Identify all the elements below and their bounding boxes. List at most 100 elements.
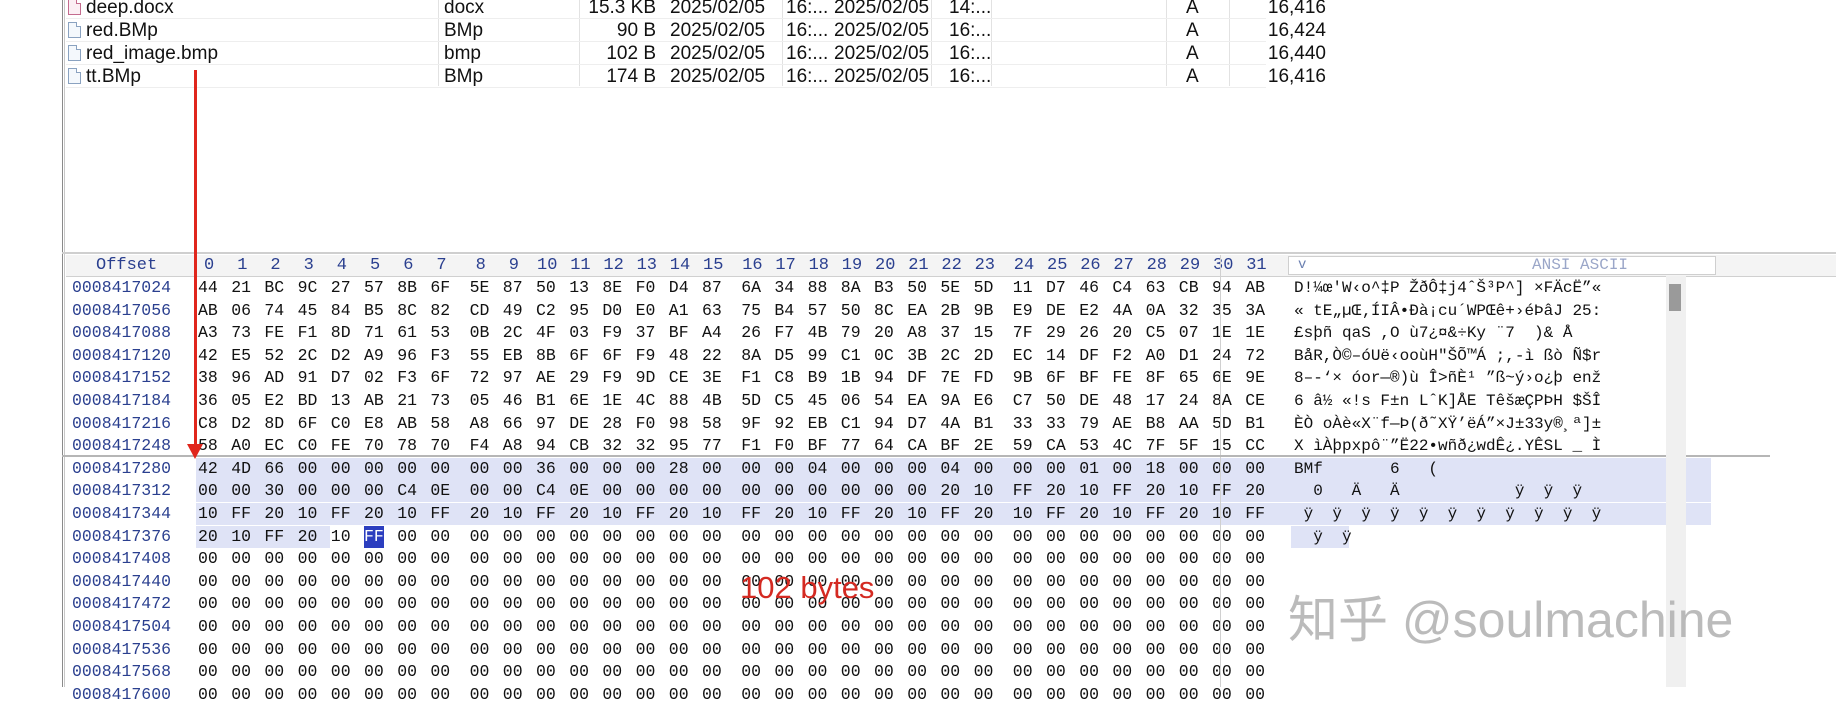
hex-byte[interactable]: 78 — [397, 435, 417, 457]
hex-byte[interactable]: 52 — [264, 345, 284, 367]
hex-byte[interactable]: F9 — [636, 345, 656, 367]
hex-byte[interactable]: 00 — [874, 548, 894, 570]
hex-byte[interactable]: 00 — [808, 661, 828, 683]
hex-byte[interactable]: A1 — [669, 300, 689, 322]
hex-byte[interactable]: 00 — [1079, 616, 1099, 638]
hex-byte[interactable]: 00 — [669, 571, 689, 593]
hex-byte[interactable]: 4D — [231, 458, 251, 480]
hex-byte[interactable]: EC — [1013, 345, 1033, 367]
hex-byte[interactable]: 65 — [1179, 367, 1199, 389]
hex-byte[interactable]: 00 — [470, 684, 490, 706]
hex-byte[interactable]: 00 — [231, 616, 251, 638]
hex-byte[interactable]: 00 — [331, 458, 351, 480]
hex-byte[interactable]: 9A — [940, 390, 960, 412]
hex-byte[interactable]: C2 — [536, 300, 556, 322]
hex-byte[interactable]: 00 — [1046, 593, 1066, 615]
hex-row[interactable]: 0008417088 A3 73 FE F1 8D 71 61 53 0B 2C 4F 03 F9 37 BF… — [66, 322, 1836, 344]
row-text[interactable]: D!¼œ'W‹o^‡P ŽðÔ‡j4ˆŠ³P^] ×FÄcË”« — [1294, 277, 1601, 299]
hex-byte[interactable]: 00 — [1079, 639, 1099, 661]
hex-byte[interactable]: 1E — [1245, 322, 1265, 344]
hex-byte[interactable]: 00 — [974, 639, 994, 661]
row-text[interactable]: X ìÀþpxpô¨”Ë22•wñð¿wdÊ¿.YÊSL _ Ì — [1294, 435, 1601, 457]
hex-byte[interactable]: 00 — [503, 639, 523, 661]
hex-byte[interactable]: FF — [264, 526, 284, 548]
hex-byte[interactable]: E6 — [974, 390, 994, 412]
hex-row[interactable]: 0008417568 00 00 00 00 00 00 00 00 00 00 00 00 00 00 00… — [66, 661, 1836, 683]
hex-byte[interactable]: 00 — [841, 548, 861, 570]
hex-byte[interactable]: 10 — [602, 503, 622, 525]
hex-byte[interactable]: 44 — [198, 277, 218, 299]
hex-byte[interactable]: 97 — [503, 367, 523, 389]
hex-byte[interactable]: 00 — [569, 661, 589, 683]
hex-byte[interactable]: FF — [1146, 503, 1166, 525]
hex-byte[interactable]: 00 — [602, 548, 622, 570]
hex-byte[interactable]: 00 — [1179, 616, 1199, 638]
hex-byte[interactable]: 77 — [841, 435, 861, 457]
row-text[interactable]: £sþñ qaS ,O ù7¿¤&÷Ky ¨7 )& Å — [1294, 322, 1572, 344]
hex-byte[interactable]: 00 — [602, 616, 622, 638]
row-text[interactable]: ÿ ÿ ÿ ÿ ÿ ÿ ÿ ÿ ÿ ÿ ÿ — [1294, 503, 1602, 525]
hex-byte[interactable]: 10 — [1212, 503, 1232, 525]
hex-byte[interactable]: C0 — [298, 435, 318, 457]
hex-byte[interactable]: 6F — [602, 345, 622, 367]
hex-byte[interactable]: 10 — [231, 526, 251, 548]
hex-byte[interactable]: EB — [808, 413, 828, 435]
hex-byte[interactable]: 00 — [1212, 458, 1232, 480]
hex-byte[interactable]: 33 — [1013, 413, 1033, 435]
hex-byte[interactable]: 00 — [397, 661, 417, 683]
hex-byte[interactable]: 00 — [774, 548, 794, 570]
hex-byte[interactable]: 00 — [231, 571, 251, 593]
hex-byte[interactable]: 45 — [298, 300, 318, 322]
hex-byte[interactable]: 50 — [536, 277, 556, 299]
hex-byte[interactable]: 20 — [1046, 480, 1066, 502]
hex-byte[interactable]: 00 — [503, 548, 523, 570]
hex-byte[interactable]: 00 — [397, 684, 417, 706]
hex-byte[interactable]: 07 — [1179, 322, 1199, 344]
hex-byte[interactable]: 00 — [198, 616, 218, 638]
hex-byte[interactable]: FE — [264, 322, 284, 344]
hex-byte[interactable]: 00 — [602, 593, 622, 615]
hex-byte[interactable]: 10 — [397, 503, 417, 525]
hex-byte[interactable]: 00 — [974, 526, 994, 548]
hex-byte[interactable]: 00 — [841, 661, 861, 683]
hex-byte[interactable]: F1 — [741, 435, 761, 457]
hex-byte[interactable]: AA — [1179, 413, 1199, 435]
hex-byte[interactable]: 00 — [907, 616, 927, 638]
hex-byte[interactable]: 20 — [669, 503, 689, 525]
hex-byte[interactable]: 00 — [470, 639, 490, 661]
hex-byte[interactable]: 00 — [907, 593, 927, 615]
hex-byte[interactable]: 00 — [1112, 526, 1132, 548]
hex-byte[interactable]: 00 — [503, 480, 523, 502]
hex-byte[interactable]: 00 — [808, 480, 828, 502]
hex-byte[interactable]: 11 — [1013, 277, 1033, 299]
hex-byte[interactable]: 00 — [198, 593, 218, 615]
hex-byte[interactable]: B5 — [364, 300, 384, 322]
hex-byte[interactable]: 35 — [1212, 300, 1232, 322]
hex-byte[interactable]: 00 — [430, 661, 450, 683]
hex-byte[interactable]: 00 — [774, 639, 794, 661]
hex-byte[interactable]: 70 — [430, 435, 450, 457]
hex-byte[interactable]: 00 — [636, 616, 656, 638]
hex-byte[interactable]: 95 — [569, 300, 589, 322]
hex-byte[interactable]: 75 — [741, 300, 761, 322]
hex-byte[interactable]: 00 — [940, 684, 960, 706]
hex-byte[interactable]: 00 — [940, 593, 960, 615]
hex-byte[interactable]: 10 — [1112, 503, 1132, 525]
hex-byte[interactable]: 53 — [1079, 435, 1099, 457]
hex-byte[interactable]: 3A — [1245, 300, 1265, 322]
hex-byte[interactable]: 00 — [940, 639, 960, 661]
hex-byte[interactable]: 03 — [569, 322, 589, 344]
hex-byte[interactable]: 20 — [198, 526, 218, 548]
hex-byte[interactable]: 00 — [841, 616, 861, 638]
hex-byte[interactable]: 10 — [702, 503, 722, 525]
hex-byte[interactable]: 8B — [397, 277, 417, 299]
hex-byte[interactable]: 00 — [741, 526, 761, 548]
hex-byte[interactable]: 22 — [702, 345, 722, 367]
hex-byte[interactable]: 88 — [669, 390, 689, 412]
hex-byte[interactable]: 00 — [1245, 616, 1265, 638]
hex-byte[interactable]: 00 — [907, 526, 927, 548]
hex-byte[interactable]: 00 — [669, 684, 689, 706]
hex-byte[interactable]: 8C — [397, 300, 417, 322]
hex-byte[interactable]: 29 — [569, 367, 589, 389]
hex-byte[interactable]: A9 — [364, 345, 384, 367]
